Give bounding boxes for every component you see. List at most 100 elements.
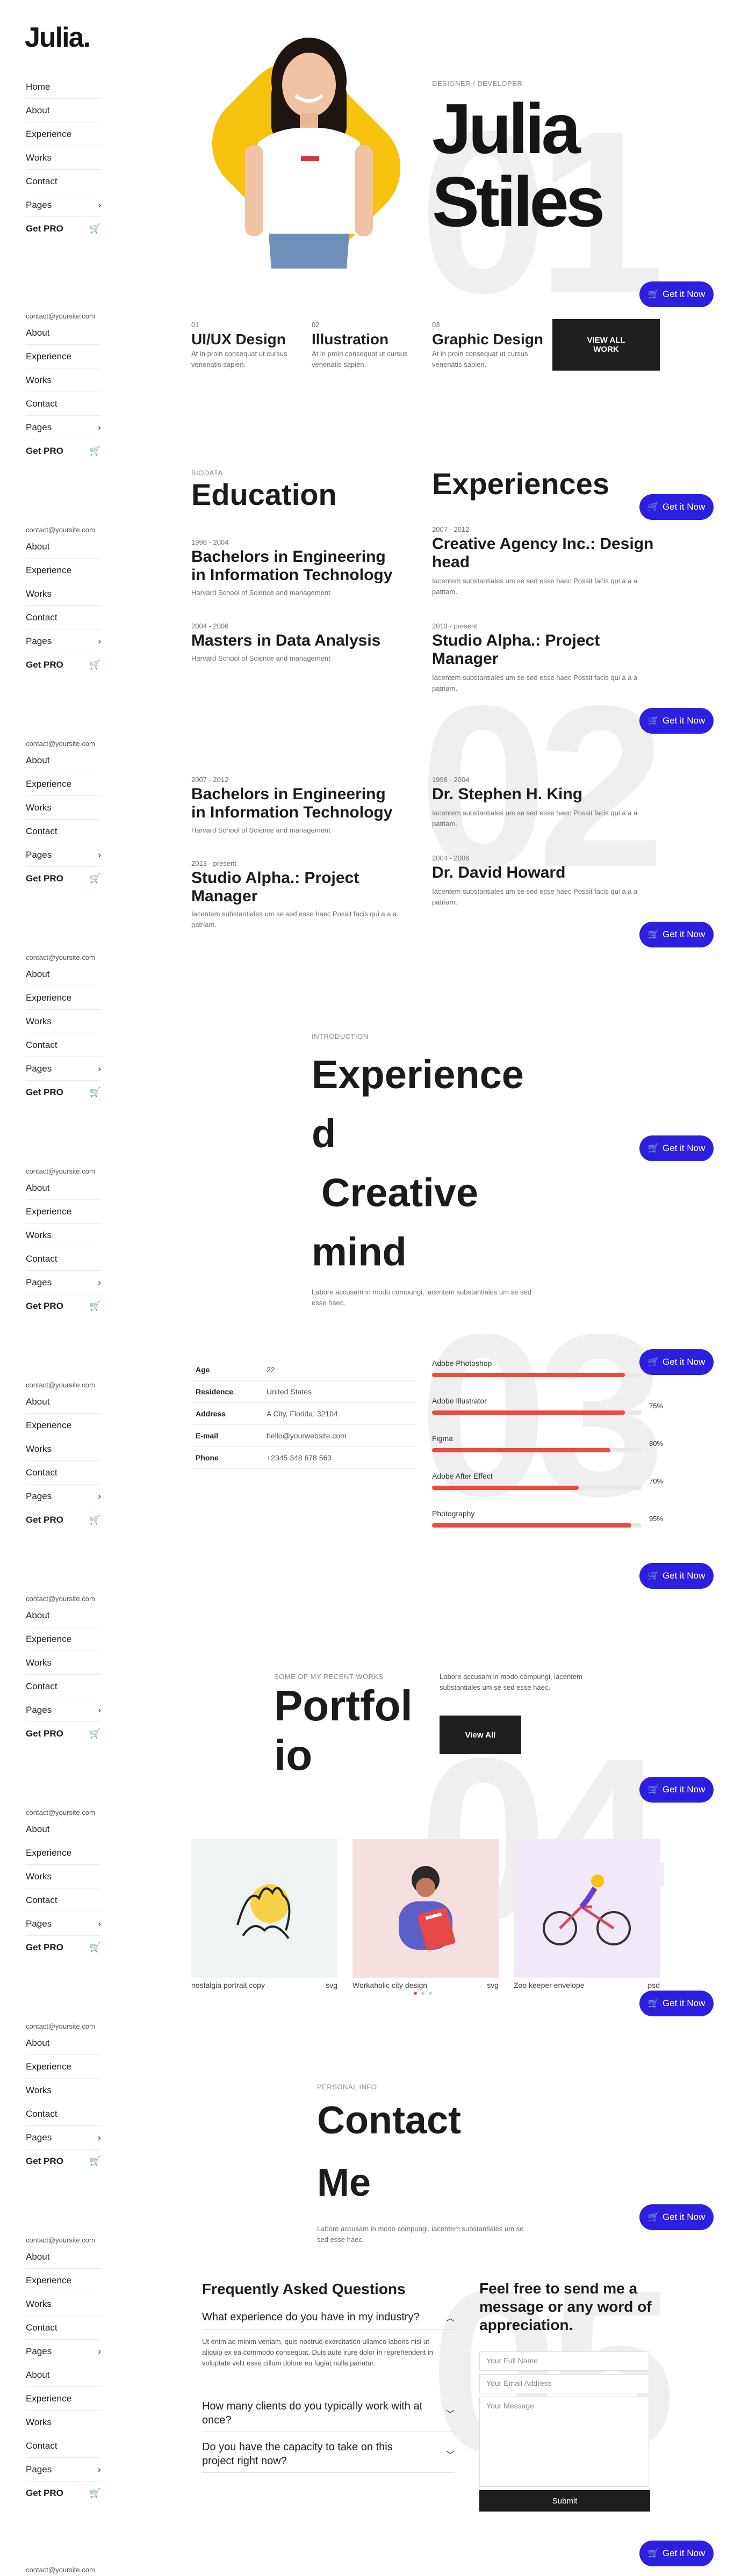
card-name[interactable]: Zoo keeper envelope <box>514 1981 585 1989</box>
nav-about[interactable]: About <box>26 963 101 986</box>
get-it-now-button[interactable]: 🛒 Get it Now <box>639 281 714 307</box>
nav-contact[interactable]: Contact <box>26 2434 101 2458</box>
nav-pages[interactable]: Pages › <box>26 843 101 867</box>
get-it-now-button[interactable]: 🛒 Get it Now <box>639 494 714 520</box>
nav-experience[interactable]: Experience <box>26 1627 101 1651</box>
get-it-now-button[interactable]: 🛒 Get it Now <box>639 1563 714 1589</box>
contact-email[interactable]: contact@yoursite.com <box>26 525 101 535</box>
nav-about[interactable]: About <box>26 535 101 559</box>
nav-contact[interactable]: Contact <box>26 606 101 629</box>
nav-contact[interactable]: Contact <box>26 1247 101 1271</box>
nav-contact[interactable]: Contact <box>26 2316 101 2340</box>
nav-pages[interactable]: Pages › <box>26 2458 101 2481</box>
nav-works[interactable]: Works <box>26 1010 101 1033</box>
nav-works[interactable]: Works <box>26 368 101 392</box>
full-name-input[interactable]: Your Full Name <box>479 2351 649 2371</box>
nav-about[interactable]: About <box>26 2031 101 2055</box>
nav-pages[interactable]: Pages › <box>26 1698 101 1722</box>
nav-experience[interactable]: Experience <box>26 2055 101 2079</box>
nav-about[interactable]: About <box>26 321 101 345</box>
contact-email[interactable]: contact@yoursite.com <box>26 1808 101 1818</box>
contact-email[interactable]: contact@yoursite.com <box>26 1594 101 1604</box>
get-it-now-button[interactable]: 🛒 Get it Now <box>639 2541 714 2566</box>
contact-email[interactable]: contact@yoursite.com <box>26 2235 101 2245</box>
contact-email[interactable]: contact@yoursite.com <box>26 1380 101 1390</box>
info-value[interactable]: hello@yourwebsite.com <box>267 1431 347 1440</box>
dot[interactable] <box>421 1992 424 1995</box>
get-it-now-button[interactable]: 🛒 Get it Now <box>639 1991 714 2016</box>
dot-active[interactable] <box>414 1992 417 1995</box>
faq-question-open[interactable]: What experience do you have in my indust… <box>202 2304 455 2330</box>
get-pro-link[interactable]: Get PRO 🛒 <box>26 1294 101 1318</box>
get-it-now-button[interactable]: 🛒 Get it Now <box>639 2204 714 2230</box>
nav-experience[interactable]: Experience <box>26 772 101 796</box>
get-pro-link[interactable]: Get PRO 🛒 <box>26 1936 101 1959</box>
nav-works[interactable]: Works <box>26 1651 101 1675</box>
nav-contact[interactable]: Contact <box>26 1461 101 1485</box>
portfolio-card[interactable] <box>191 1839 337 1978</box>
get-pro-link[interactable]: Get PRO 🛒 <box>26 439 101 463</box>
info-value[interactable]: +2345 348 678 563 <box>267 1453 332 1462</box>
get-pro-link[interactable]: Get PRO 🛒 <box>26 1508 101 1532</box>
nav-experience[interactable]: Experience <box>26 1200 101 1224</box>
nav-pages[interactable]: Pages › <box>26 1271 101 1294</box>
nav-contact[interactable]: Contact <box>26 1033 101 1057</box>
nav-works[interactable]: Works <box>26 582 101 606</box>
portfolio-card[interactable] <box>514 1839 660 1978</box>
contact-email[interactable]: contact@yoursite.com <box>26 1167 101 1176</box>
contact-email[interactable]: contact@yoursite.com <box>26 312 101 321</box>
faq-question[interactable]: Do you have the capacity to take on this… <box>202 2435 455 2473</box>
nav-contact[interactable]: Contact <box>26 392 101 416</box>
contact-email[interactable]: contact@yoursite.com <box>26 2565 101 2575</box>
logo[interactable]: Julia. <box>25 21 91 54</box>
nav-contact[interactable]: Contact <box>26 2102 101 2126</box>
view-all-button[interactable]: View All <box>440 1716 521 1754</box>
contact-email[interactable]: contact@yoursite.com <box>26 739 101 749</box>
nav-works[interactable]: Works <box>26 1865 101 1888</box>
nav-experience[interactable]: Experience <box>26 2387 101 2411</box>
nav-works[interactable]: Works <box>26 2292 101 2316</box>
nav-experience[interactable]: Experience <box>26 986 101 1010</box>
get-pro-link[interactable]: Get PRO 🛒 <box>26 2481 101 2505</box>
get-it-now-button[interactable]: 🛒 Get it Now <box>639 708 714 734</box>
message-textarea[interactable]: Your Message <box>479 2397 649 2487</box>
get-pro-link[interactable]: Get PRO 🛒 <box>26 1722 101 1746</box>
nav-experience[interactable]: Experience <box>26 1414 101 1437</box>
view-all-work-button[interactable]: VIEW ALL WORK <box>552 319 660 371</box>
portfolio-card[interactable] <box>352 1839 499 1978</box>
nav-about[interactable]: About <box>26 1604 101 1627</box>
nav-experience[interactable]: Experience <box>26 2269 101 2292</box>
get-pro-link[interactable]: Get PRO 🛒 <box>26 2150 101 2173</box>
submit-button[interactable]: Submit <box>479 2490 650 2512</box>
nav-pages[interactable]: Pages › <box>26 1912 101 1936</box>
nav-experience[interactable]: Experience <box>26 345 101 368</box>
nav-pages[interactable]: Pages › <box>26 1485 101 1508</box>
get-it-now-button[interactable]: 🛒 Get it Now <box>639 1135 714 1161</box>
email-input[interactable]: Your Email Address <box>479 2374 649 2393</box>
nav-works[interactable]: Works <box>26 2411 101 2434</box>
nav-about[interactable]: About <box>26 2245 101 2269</box>
get-pro-link[interactable]: Get PRO 🛒 <box>26 867 101 891</box>
get-pro-link[interactable]: Get PRO 🛒 <box>26 217 101 241</box>
nav-works[interactable]: Works <box>26 1437 101 1461</box>
nav-works[interactable]: Works <box>26 2079 101 2102</box>
nav-about[interactable]: About <box>26 2363 101 2387</box>
nav-works[interactable]: Works <box>26 796 101 820</box>
faq-question[interactable]: How many clients do you typically work w… <box>202 2394 455 2432</box>
nav-pages[interactable]: Pages › <box>26 2340 101 2363</box>
card-name[interactable]: Workaholic city design <box>352 1981 427 1989</box>
get-pro-link[interactable]: Get PRO 🛒 <box>26 653 101 677</box>
nav-contact[interactable]: Contact <box>26 1675 101 1698</box>
carousel-dots[interactable] <box>414 1992 432 1995</box>
card-name[interactable]: nostalgia portrait copy <box>191 1981 265 1989</box>
contact-email[interactable]: contact@yoursite.com <box>26 2022 101 2031</box>
nav-pages[interactable]: Pages › <box>26 416 101 439</box>
nav-about[interactable]: About <box>26 749 101 772</box>
nav-pages[interactable]: Pages › <box>26 2126 101 2150</box>
nav-home[interactable]: Home <box>26 75 101 99</box>
dot[interactable] <box>429 1992 432 1995</box>
get-pro-link[interactable]: Get PRO 🛒 <box>26 1081 101 1104</box>
nav-contact[interactable]: Contact <box>26 170 101 193</box>
nav-about[interactable]: About <box>26 99 101 122</box>
get-it-now-button[interactable]: 🛒 Get it Now <box>639 1777 714 1803</box>
